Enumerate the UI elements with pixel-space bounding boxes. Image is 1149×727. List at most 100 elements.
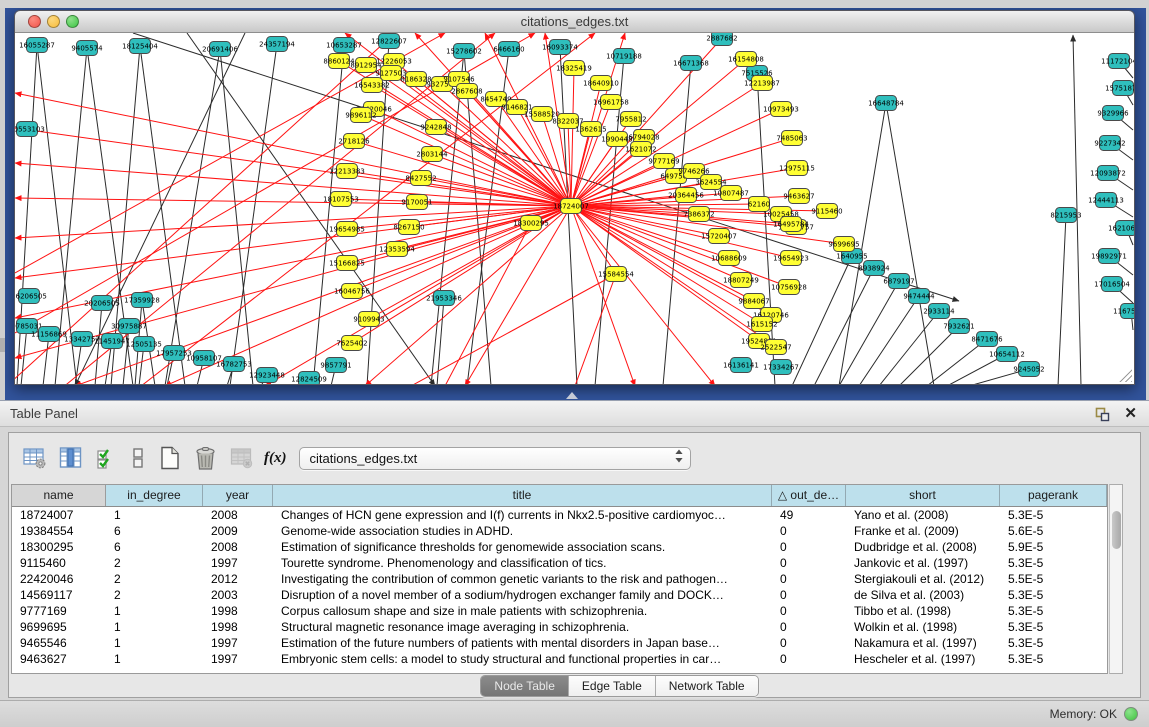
row-height-icon[interactable] — [129, 445, 147, 472]
graph-node[interactable]: 9227342 — [1094, 136, 1125, 151]
graph-node[interactable]: 17334267 — [763, 360, 799, 375]
graph-node[interactable]: 24357194 — [259, 37, 295, 52]
graph-node[interactable]: 9857791 — [320, 358, 351, 373]
graph-node[interactable]: 12824509 — [291, 372, 327, 385]
graph-node[interactable]: 16154808 — [728, 52, 764, 67]
graph-node[interactable]: 15166825 — [329, 256, 365, 271]
network-svg[interactable]: 16055287 9405574 18125404 20691406 24357194 1… — [15, 33, 1134, 384]
svg-text:21953346: 21953346 — [426, 295, 462, 303]
table-row[interactable]: 946554611997Estimation of the future num… — [12, 635, 1107, 651]
graph-node[interactable]: 17016504 — [1094, 277, 1130, 292]
graph-node[interactable]: 19892971 — [1091, 249, 1127, 264]
graph-node[interactable]: 19654985 — [329, 222, 365, 237]
table-selector-dropdown[interactable]: citations_edges.txt — [299, 447, 691, 470]
graph-node[interactable]: 9405574 — [71, 41, 103, 56]
graph-node[interactable]: 15720407 — [701, 229, 737, 244]
table-row[interactable]: 1872400712008Changes of HCN gene express… — [12, 507, 1107, 523]
table-row[interactable]: 1938455462009Genome-wide association stu… — [12, 523, 1107, 539]
graph-node[interactable]: 7485063 — [776, 131, 807, 146]
scrollbar-thumb[interactable] — [1112, 511, 1121, 549]
graph-node[interactable]: 10719188 — [606, 49, 642, 64]
graph-node[interactable]: 8938924 — [858, 261, 890, 276]
graph-node[interactable]: 9463627 — [783, 189, 814, 204]
column-header-5[interactable]: short — [846, 485, 1000, 506]
float-panel-icon[interactable] — [1094, 406, 1110, 422]
graph-node[interactable]: 16671368 — [673, 56, 709, 71]
graph-node[interactable]: 10688609 — [711, 251, 747, 266]
graph-node[interactable]: 10654112 — [989, 347, 1025, 362]
graph-node[interactable]: 2933114 — [923, 304, 955, 319]
graph-node[interactable]: 10553103 — [15, 122, 45, 137]
table-scrollbar[interactable] — [1109, 484, 1123, 674]
table-row[interactable]: 946362711997Embryonic stem cells: a mode… — [12, 651, 1107, 667]
graph-node[interactable]: 9115460 — [811, 204, 842, 219]
graph-node[interactable]: 15751874 — [1105, 81, 1134, 96]
table-row[interactable]: 911546021997Tourette syndrome. Phenomeno… — [12, 555, 1107, 571]
table-row[interactable]: 1456911722003Disruption of a novel membe… — [12, 587, 1107, 603]
split-divider-collapse-icon[interactable] — [566, 392, 578, 399]
graph-node[interactable]: 62160 — [748, 197, 770, 212]
table-row[interactable]: 1830029562008Estimation of significance … — [12, 539, 1107, 555]
graph-node[interactable]: 7955812 — [615, 112, 646, 127]
column-header-2[interactable]: year — [203, 485, 273, 506]
table-row[interactable]: 977716911998Corpus callosum shape and si… — [12, 603, 1107, 619]
window-titlebar[interactable]: citations_edges.txt — [15, 11, 1134, 33]
graph-node[interactable]: 15584554 — [598, 267, 634, 282]
splitter-handle[interactable] — [0, 338, 5, 352]
graph-node[interactable]: 9329966 — [1097, 106, 1129, 121]
graph-node[interactable]: 15278602 — [446, 44, 482, 59]
graph-node[interactable]: 9109943 — [353, 312, 384, 327]
graph-node[interactable]: 9170051 — [401, 195, 432, 210]
tab-node-table[interactable]: Node Table — [481, 676, 569, 696]
graph-node[interactable]: 11675334 — [1113, 304, 1134, 319]
graph-node[interactable]: 18125404 — [122, 39, 158, 54]
column-header-4[interactable]: △ out_de… — [772, 485, 846, 506]
table-settings-icon[interactable] — [21, 445, 48, 472]
svg-text:16648784: 16648784 — [868, 100, 904, 108]
graph-node[interactable]: 7932621 — [943, 319, 974, 334]
graph-node[interactable]: 16210643 — [1108, 221, 1134, 236]
graph-node[interactable]: 20691406 — [202, 42, 238, 57]
network-view[interactable]: 16055287 9405574 18125404 20691406 24357194 1… — [15, 33, 1134, 384]
graph-node[interactable]: 9245052 — [1013, 362, 1044, 377]
graph-node[interactable]: 12093872 — [1090, 166, 1126, 181]
select-rows-icon[interactable] — [93, 445, 120, 472]
column-header-0[interactable]: name — [12, 485, 106, 506]
graph-node[interactable]: 16055287 — [19, 38, 55, 53]
graph-node[interactable]: 2718126 — [338, 134, 370, 149]
graph-node[interactable]: 18640910 — [583, 76, 619, 91]
tab-network-table[interactable]: Network Table — [656, 676, 758, 696]
graph-node[interactable]: 12975115 — [779, 161, 815, 176]
graph-node[interactable]: 16961758 — [593, 95, 629, 110]
function-builder-icon[interactable]: f(x) — [264, 450, 287, 467]
column-header-1[interactable]: in_degree — [106, 485, 203, 506]
graph-node[interactable]: 2887682 — [706, 33, 737, 46]
graph-node[interactable]: 2803144 — [416, 147, 448, 162]
graph-node[interactable]: 19654923 — [773, 251, 809, 266]
column-header-3[interactable]: title — [273, 485, 772, 506]
graph-node[interactable]: 12923448 — [249, 368, 285, 383]
close-panel-icon[interactable]: ✕ — [1124, 406, 1137, 421]
graph-node[interactable]: 8471676 — [971, 332, 1003, 347]
graph-node[interactable]: 26206505 — [15, 289, 47, 304]
graph-node[interactable]: 11172104 — [1101, 54, 1134, 69]
delete-trash-icon[interactable] — [192, 445, 219, 472]
svg-text:2803144: 2803144 — [416, 151, 448, 159]
graph-node[interactable]: 10756928 — [771, 280, 807, 295]
column-visibility-icon[interactable] — [57, 445, 84, 472]
graph-node[interactable]: 12822607 — [371, 34, 407, 49]
graph-node[interactable]: 16648784 — [868, 96, 904, 111]
graph-node[interactable]: 9474444 — [903, 289, 935, 304]
graph-node[interactable]: 6879197 — [883, 274, 914, 289]
graph-node[interactable]: 18107553 — [323, 192, 359, 207]
graph-node[interactable]: 16136141 — [723, 358, 759, 373]
new-table-icon[interactable] — [156, 445, 183, 472]
tab-edge-table[interactable]: Edge Table — [569, 676, 656, 696]
graph-node[interactable]: 7625402 — [336, 336, 367, 351]
graph-node[interactable]: 12444113 — [1088, 193, 1124, 208]
graph-node[interactable]: 9242848 — [420, 120, 451, 135]
table-row[interactable]: 2242004622012Investigating the contribut… — [12, 571, 1107, 587]
column-header-6[interactable]: pagerank — [1000, 485, 1107, 506]
graph-node[interactable]: 10653287 — [326, 38, 362, 53]
table-row[interactable]: 969969511998Structural magnetic resonanc… — [12, 619, 1107, 635]
